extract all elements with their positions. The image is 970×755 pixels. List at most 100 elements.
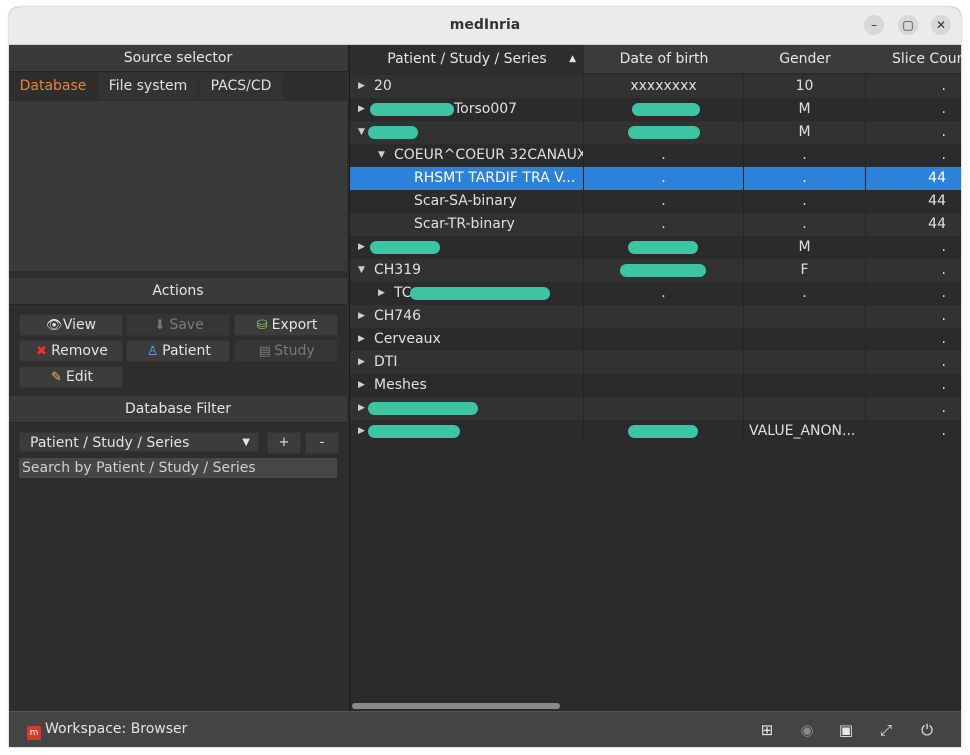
cell-gender: F	[744, 259, 866, 282]
maximize-icon[interactable]: ▢	[898, 15, 918, 35]
table-row[interactable]: ▶ Torso007 M.	[350, 98, 961, 121]
collapsed-arrow-icon[interactable]: ▶	[378, 282, 385, 305]
cell-gender	[744, 351, 866, 374]
redaction-mark	[632, 103, 700, 116]
window-title: medInria	[449, 17, 521, 33]
edit-button-label: Edit	[65, 369, 94, 385]
save-button[interactable]: ⬇ Save	[126, 314, 230, 336]
patient-icon: ♙	[146, 344, 159, 359]
edit-button[interactable]: ✎ Edit	[19, 366, 123, 388]
search-input[interactable]: Search by Patient / Study / Series	[19, 458, 337, 478]
movie-icon[interactable]: ▣	[836, 720, 856, 740]
remove-button[interactable]: ✖ Remove	[19, 340, 123, 362]
study-button[interactable]: ▤ Study	[234, 340, 338, 362]
patient-button-label: Patient	[162, 343, 211, 359]
title-bar: medInria – ▢ ✕	[9, 7, 961, 45]
left-panel: Source selector Database File system PAC…	[9, 45, 347, 711]
cell-slice-count: .	[941, 78, 946, 94]
view-button[interactable]: 👁View	[19, 314, 123, 336]
database-view: Patient / Study / Series ▲ Date of birth…	[349, 45, 961, 711]
table-row[interactable]: ▶.	[350, 397, 961, 420]
collapsed-arrow-icon[interactable]: ▶	[358, 351, 365, 374]
table-row[interactable]: ▼ M.	[350, 121, 961, 144]
collapsed-arrow-icon[interactable]: ▶	[358, 420, 365, 443]
camera-icon[interactable]: ◉	[797, 720, 817, 740]
column-header-slice-count[interactable]: Slice Coun	[866, 45, 961, 73]
table-row[interactable]: ▶ Cerveaux.	[350, 328, 961, 351]
cell-gender: 10	[744, 75, 866, 98]
redaction-mark	[628, 126, 700, 139]
tab-database[interactable]: Database	[9, 73, 97, 100]
collapsed-arrow-icon[interactable]: ▶	[358, 328, 365, 351]
cell-dob: .	[584, 167, 744, 190]
table-row[interactable]: ▶ 20 xxxxxxxx 10.	[350, 75, 961, 98]
table-row[interactable]: ▶ DTI.	[350, 351, 961, 374]
redaction-mark	[368, 402, 478, 415]
patient-button[interactable]: ♙ Patient	[126, 340, 230, 362]
chevron-down-icon: ▼	[242, 437, 250, 448]
table-row[interactable]: ▶ Meshes.	[350, 374, 961, 397]
redaction-mark	[370, 241, 440, 254]
filter-type-select[interactable]: Patient / Study / Series ▼	[19, 432, 259, 452]
tab-pacs-cd[interactable]: PACS/CD	[199, 73, 283, 100]
column-header-dob[interactable]: Date of birth	[584, 45, 745, 73]
workspace-indicator[interactable]: m Workspace: Browser	[27, 721, 187, 740]
redaction-mark	[628, 425, 698, 438]
cell-dob: .	[584, 144, 744, 167]
database-tab-pane	[9, 101, 347, 271]
collapsed-arrow-icon[interactable]: ▶	[358, 374, 365, 397]
collapsed-arrow-icon[interactable]: ▶	[358, 98, 365, 121]
cell-name: Scar-SA-binary	[350, 190, 584, 213]
expanded-arrow-icon[interactable]: ▼	[358, 259, 365, 282]
cell-slice-count: .	[941, 377, 946, 393]
expanded-arrow-icon[interactable]: ▼	[358, 121, 365, 144]
cell-slice-count: .	[941, 308, 946, 324]
close-icon[interactable]: ✕	[931, 15, 951, 35]
cell-name: ▼ COEUR^COEUR 32CANAUX	[350, 144, 584, 167]
cell-name: ▶ 20	[350, 75, 584, 98]
collapsed-arrow-icon[interactable]: ▶	[358, 236, 365, 259]
actions-heading: Actions	[9, 278, 347, 305]
power-icon[interactable]: ⏻	[917, 720, 937, 740]
cell-gender: .	[744, 282, 866, 305]
collapsed-arrow-icon[interactable]: ▶	[358, 75, 365, 98]
column-header-patient-label: Patient / Study / Series	[387, 51, 547, 67]
column-header-gender[interactable]: Gender	[744, 45, 867, 73]
row-label: COEUR^COEUR 32CANAUX	[394, 147, 584, 163]
cell-slice-count: .	[941, 124, 946, 140]
table-row[interactable]: Scar-SA-binary.. 44	[350, 190, 961, 213]
row-label: TC	[394, 285, 412, 301]
layout-icon[interactable]: ⊞	[757, 720, 777, 740]
cell-slice-count: .	[941, 400, 946, 416]
table-row[interactable]: ▶ M.	[350, 236, 961, 259]
horizontal-scrollbar[interactable]	[352, 703, 560, 709]
table-row[interactable]: ▶ VALUE_ANON....	[350, 420, 961, 443]
export-button[interactable]: ⛁ Export	[234, 314, 338, 336]
table-row[interactable]: RHSMT TARDIF TRA V..... 44	[350, 167, 961, 190]
collapsed-arrow-icon[interactable]: ▶	[358, 305, 365, 328]
tab-file-system[interactable]: File system	[98, 73, 198, 100]
table-row[interactable]: ▼ COEUR^COEUR 32CANAUX...	[350, 144, 961, 167]
minimize-icon[interactable]: –	[864, 15, 884, 35]
table-row[interactable]: Scar-TR-binary.. 44	[350, 213, 961, 236]
cell-dob: .	[584, 282, 744, 305]
cell-gender: .	[744, 213, 866, 236]
redaction-mark	[410, 287, 550, 300]
cell-gender: .	[744, 167, 866, 190]
cell-gender: M	[744, 121, 866, 144]
fullscreen-icon[interactable]: ⤢	[876, 720, 896, 740]
table-row[interactable]: ▶ CH746.	[350, 305, 961, 328]
row-label: Cerveaux	[374, 331, 441, 347]
collapsed-arrow-icon[interactable]: ▶	[358, 397, 365, 420]
study-icon: ▤	[258, 344, 271, 359]
column-header-patient[interactable]: Patient / Study / Series ▲	[350, 45, 585, 73]
table-row[interactable]: ▼ CH319 F.	[350, 259, 961, 282]
row-label: RHSMT TARDIF TRA V...	[414, 170, 576, 186]
export-icon: ⛁	[256, 318, 268, 333]
remove-filter-button[interactable]: -	[305, 432, 339, 454]
expanded-arrow-icon[interactable]: ▼	[378, 144, 385, 167]
row-label: CH746	[374, 308, 422, 324]
cell-gender	[744, 374, 866, 397]
add-filter-button[interactable]: +	[267, 432, 301, 454]
table-row[interactable]: ▶ TC...	[350, 282, 961, 305]
